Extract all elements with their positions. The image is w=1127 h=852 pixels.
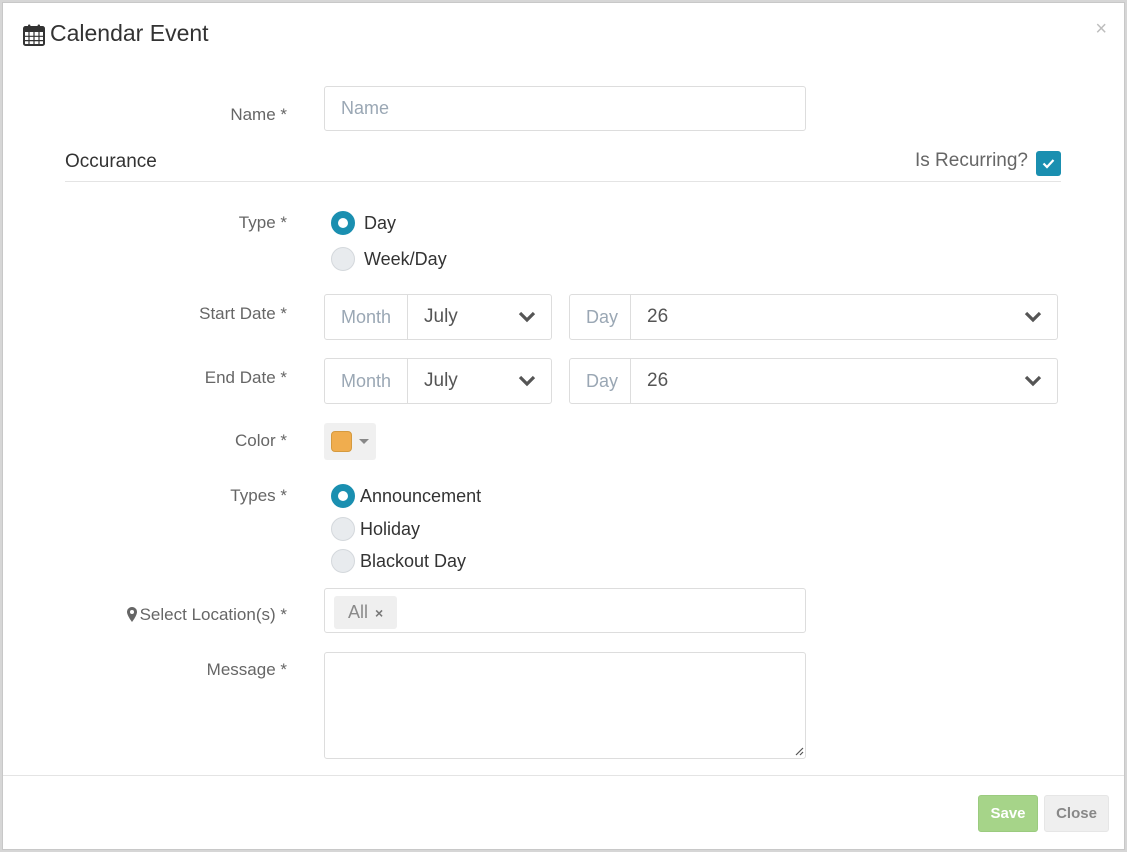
color-picker[interactable]: [324, 423, 376, 460]
selected-day: 26: [647, 306, 669, 327]
start-day-select[interactable]: Day 26: [569, 294, 1058, 340]
is-recurring-label: Is Recurring?: [915, 150, 1028, 171]
name-input[interactable]: [324, 86, 806, 131]
selected-day: 26: [647, 370, 669, 391]
chevron-down-icon: [518, 311, 536, 323]
end-month-select[interactable]: Month July: [324, 358, 552, 404]
end-day-select[interactable]: Day 26: [569, 358, 1058, 404]
type-option-week-day[interactable]: Week/Day: [331, 246, 447, 272]
radio-button[interactable]: [331, 549, 355, 573]
selected-month: July: [424, 306, 458, 327]
color-swatch: [331, 431, 352, 452]
day-prefix: Day: [570, 295, 631, 339]
day-prefix: Day: [570, 359, 631, 403]
checkmark-icon: [1042, 159, 1055, 169]
map-marker-icon: [126, 607, 137, 627]
section-divider: [65, 181, 1061, 182]
radio-label: Announcement: [360, 485, 482, 506]
selected-month: July: [424, 370, 458, 391]
type-label: Type *: [238, 213, 287, 232]
is-recurring-checkbox[interactable]: [1036, 151, 1061, 176]
start-month-value[interactable]: July: [408, 295, 551, 339]
occurrence-section-title: Occurance: [65, 151, 157, 172]
start-month-select[interactable]: Month July: [324, 294, 552, 340]
message-label: Message *: [206, 660, 287, 679]
radio-label: Week/Day: [364, 248, 447, 269]
types-label: Types *: [230, 486, 287, 505]
remove-tag-icon[interactable]: ×: [375, 605, 383, 621]
radio-label: Blackout Day: [360, 550, 467, 571]
calendar-icon: [23, 24, 45, 46]
location-label-text: Select Location(s) *: [139, 605, 287, 624]
location-multiselect[interactable]: All ×: [324, 588, 806, 633]
resize-handle-icon[interactable]: [794, 746, 804, 756]
name-label: Name *: [230, 105, 287, 124]
chevron-down-icon: [1024, 311, 1042, 323]
close-button[interactable]: Close: [1044, 795, 1109, 832]
save-button[interactable]: Save: [978, 795, 1038, 832]
radio-label: Holiday: [360, 518, 421, 539]
type-option-day[interactable]: Day: [331, 210, 396, 236]
footer-divider: [3, 775, 1124, 776]
chevron-down-icon: [518, 375, 536, 387]
location-label: Select Location(s) *: [126, 605, 287, 627]
modal-header: Calendar Event ×: [3, 3, 1124, 67]
start-day-value[interactable]: 26: [631, 295, 1057, 339]
radio-button[interactable]: [331, 484, 355, 508]
radio-button[interactable]: [331, 247, 355, 271]
radio-button[interactable]: [331, 517, 355, 541]
month-prefix: Month: [325, 295, 408, 339]
start-date-label: Start Date *: [199, 304, 287, 323]
message-textarea[interactable]: [324, 652, 806, 759]
radio-label: Day: [364, 212, 397, 233]
tag-label: All: [348, 602, 369, 622]
location-tag: All ×: [334, 596, 398, 629]
caret-down-icon: [359, 439, 369, 444]
chevron-down-icon: [1024, 375, 1042, 387]
types-option-announcement[interactable]: Announcement: [331, 483, 481, 509]
end-month-value[interactable]: July: [408, 359, 551, 403]
close-icon[interactable]: ×: [1095, 19, 1107, 39]
end-day-value[interactable]: 26: [631, 359, 1057, 403]
radio-button[interactable]: [331, 211, 355, 235]
types-option-holiday[interactable]: Holiday: [331, 516, 420, 542]
end-date-label: End Date *: [204, 368, 287, 387]
color-label: Color *: [235, 431, 287, 450]
month-prefix: Month: [325, 359, 408, 403]
types-option-blackout-day[interactable]: Blackout Day: [331, 548, 466, 574]
modal-title: Calendar Event: [50, 20, 209, 46]
calendar-event-modal: Calendar Event × Name * Occurance Is Rec…: [2, 2, 1125, 850]
